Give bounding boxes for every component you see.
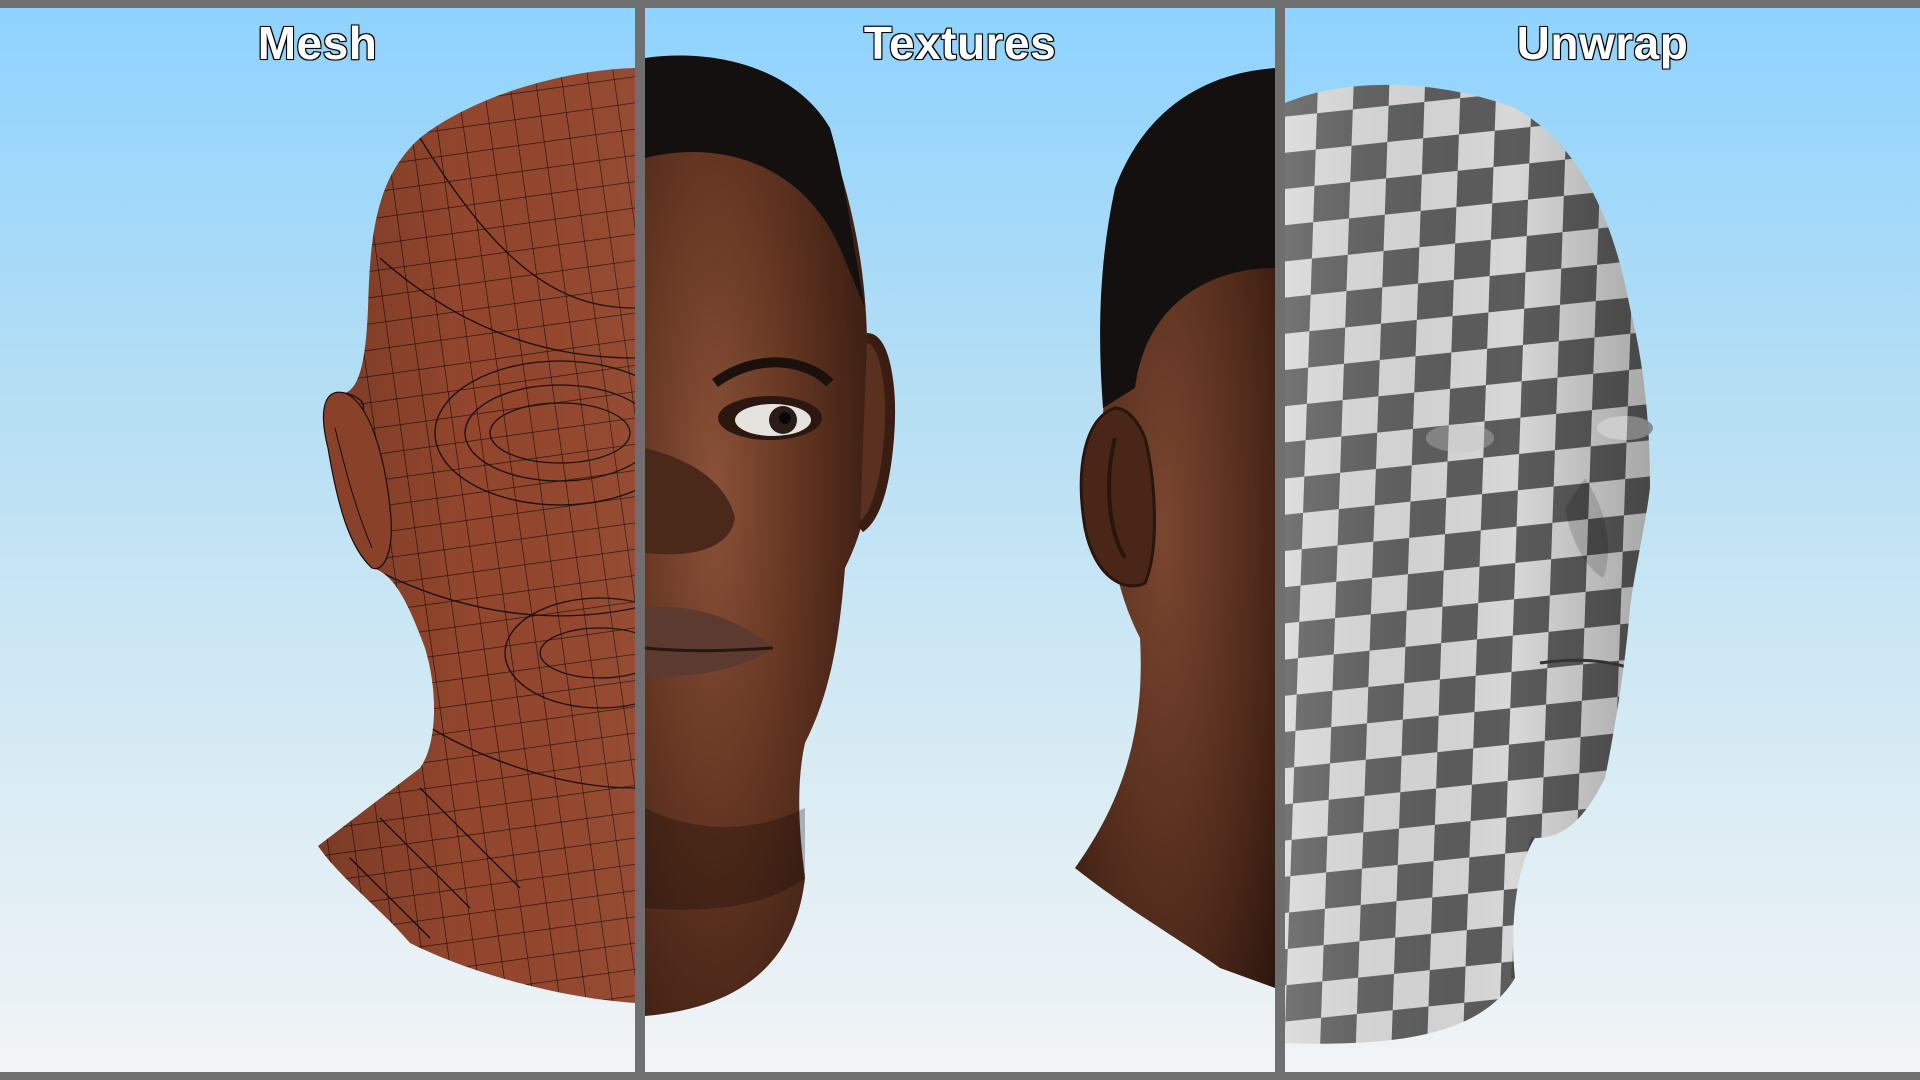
eye-checker-left [1426,424,1494,452]
unwrap-title: Unwrap [1516,16,1689,70]
eye-checker-right [1597,416,1653,440]
textured-head-render [645,55,1275,1017]
textures-title: Textures [863,16,1057,70]
unwrap-panel: Unwrap [1285,8,1920,1072]
mesh-title: Mesh [257,16,378,70]
checker-uv-render [1285,84,1653,1044]
mesh-panel: Mesh [0,8,635,1072]
side-head-texture [1075,68,1275,988]
wireframe-head-render [318,68,635,1003]
textures-panel: Textures [645,8,1275,1072]
checker-surface [1285,84,1650,1044]
front-face-texture [645,55,896,1017]
mesh-surface [318,68,635,1003]
comparison-frame: Mesh Textures Unwrap [0,0,1920,1080]
